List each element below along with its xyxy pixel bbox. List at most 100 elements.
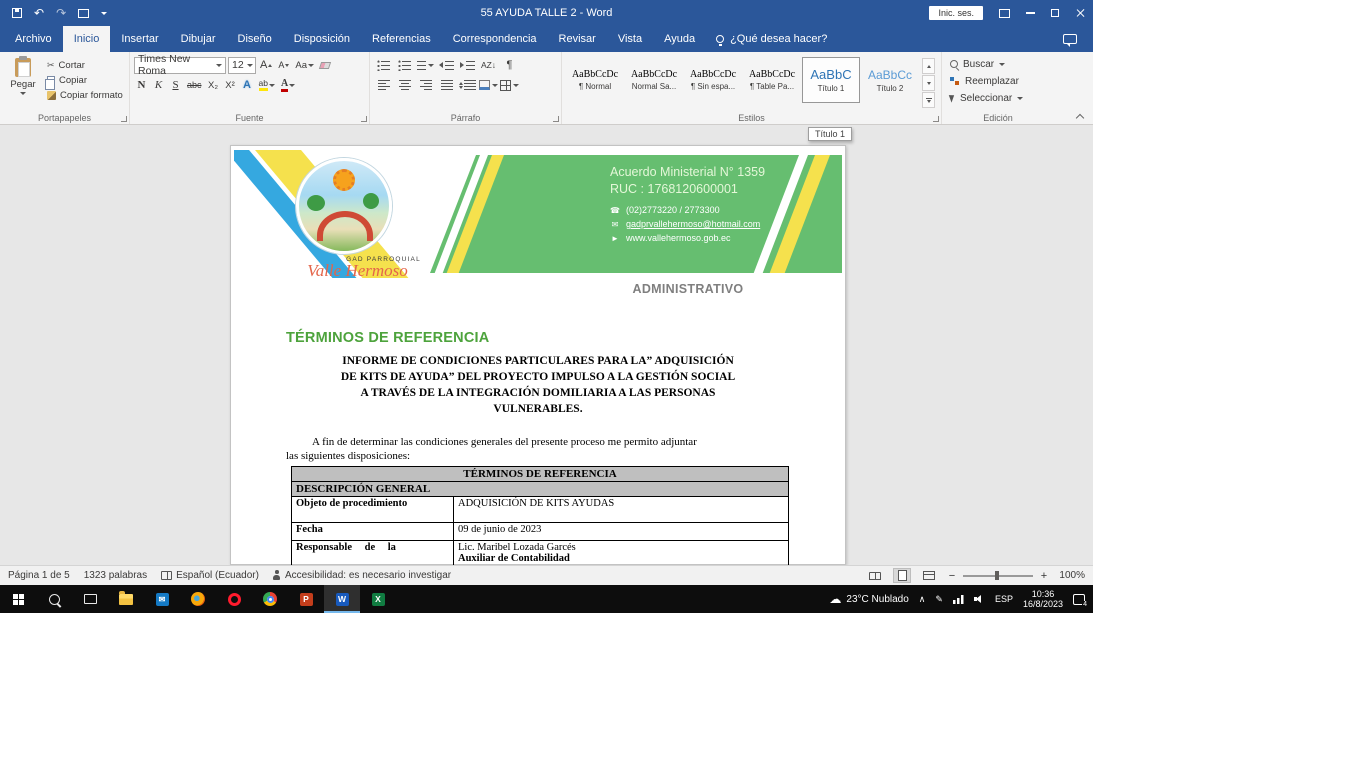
web-layout-button[interactable] <box>920 568 938 583</box>
align-left-button[interactable] <box>374 77 393 94</box>
sort-button[interactable]: AZ↓ <box>479 57 498 74</box>
styles-scroll-up-button[interactable] <box>922 58 935 74</box>
minimize-button[interactable] <box>1026 12 1035 14</box>
zoom-percentage[interactable]: 100% <box>1055 570 1085 581</box>
language-indicator[interactable]: ESP <box>995 595 1013 604</box>
tab-diseno[interactable]: Diseño <box>227 26 283 52</box>
subscript-button[interactable]: X₂ <box>206 77 221 94</box>
justify-button[interactable] <box>437 77 456 94</box>
tab-archivo[interactable]: Archivo <box>4 26 63 52</box>
tab-referencias[interactable]: Referencias <box>361 26 442 52</box>
opera-button[interactable] <box>216 585 252 613</box>
shrink-font-button[interactable]: A <box>276 57 291 74</box>
paste-button[interactable]: Pegar <box>4 55 42 111</box>
style-table-paragraph[interactable]: AaBbCcDc ¶ Table Pa... <box>743 57 801 103</box>
undo-icon[interactable]: ↶ <box>34 7 44 19</box>
file-explorer-button[interactable] <box>108 585 144 613</box>
network-icon[interactable] <box>953 595 964 604</box>
styles-dialog-launcher-icon[interactable] <box>933 116 939 122</box>
zoom-in-button[interactable]: + <box>1039 570 1049 582</box>
line-spacing-button[interactable] <box>458 77 477 94</box>
ribbon-display-options-icon[interactable] <box>999 9 1010 18</box>
paragraph-dialog-launcher-icon[interactable] <box>553 116 559 122</box>
underline-button[interactable]: S <box>168 77 183 94</box>
bullet-list-button[interactable] <box>374 57 393 74</box>
superscript-button[interactable]: X² <box>223 77 238 94</box>
mail-button[interactable]: ✉ <box>144 585 180 613</box>
zoom-out-button[interactable]: − <box>947 570 957 582</box>
word-button[interactable]: W <box>324 585 360 613</box>
tab-ayuda[interactable]: Ayuda <box>653 26 706 52</box>
search-button[interactable] <box>36 585 72 613</box>
customize-qat-icon[interactable] <box>101 12 107 15</box>
print-layout-button[interactable] <box>893 568 911 583</box>
excel-button[interactable]: X <box>360 585 396 613</box>
text-effects-button[interactable]: A <box>240 77 255 94</box>
styles-more-button[interactable] <box>922 92 935 108</box>
style-titulo-2[interactable]: AaBbCc Título 2 <box>861 57 919 103</box>
font-color-button[interactable]: A <box>279 77 297 94</box>
replace-button[interactable]: Reemplazar <box>950 74 1050 88</box>
style-normal[interactable]: AaBbCcDc ¶ Normal <box>566 57 624 103</box>
style-normal-sa[interactable]: AaBbCcDc Normal Sa... <box>625 57 683 103</box>
tab-revisar[interactable]: Revisar <box>548 26 607 52</box>
start-button[interactable] <box>0 585 36 613</box>
change-case-button[interactable]: Aa <box>293 57 316 74</box>
align-center-button[interactable] <box>395 77 414 94</box>
align-right-button[interactable] <box>416 77 435 94</box>
style-sin-espaciado[interactable]: AaBbCcDc ¶ Sin espa... <box>684 57 742 103</box>
font-name-combo[interactable]: Times New Roma <box>134 57 226 74</box>
proofing-status[interactable]: Español (Ecuador) <box>161 570 259 581</box>
bold-button[interactable]: N <box>134 77 149 94</box>
cut-button[interactable]: ✂ Cortar <box>47 60 123 71</box>
tab-insertar[interactable]: Insertar <box>110 26 169 52</box>
touch-mode-icon[interactable] <box>78 9 89 18</box>
zoom-slider[interactable] <box>963 575 1033 577</box>
chrome-button[interactable] <box>252 585 288 613</box>
font-dialog-launcher-icon[interactable] <box>361 116 367 122</box>
styles-scroll-down-button[interactable] <box>922 75 935 91</box>
collapse-ribbon-icon[interactable] <box>1075 113 1085 120</box>
firefox-button[interactable] <box>180 585 216 613</box>
word-count[interactable]: 1323 palabras <box>84 570 147 581</box>
task-view-button[interactable] <box>72 585 108 613</box>
clipboard-dialog-launcher-icon[interactable] <box>121 116 127 122</box>
shading-button[interactable] <box>479 77 498 94</box>
style-titulo-1[interactable]: AaBbC Título 1 <box>802 57 860 103</box>
tab-dibujar[interactable]: Dibujar <box>170 26 227 52</box>
clear-formatting-button[interactable] <box>318 57 333 74</box>
tab-vista[interactable]: Vista <box>607 26 653 52</box>
tab-correspondencia[interactable]: Correspondencia <box>442 26 548 52</box>
sign-in-button[interactable]: Inic. ses. <box>929 6 983 20</box>
close-button[interactable] <box>1075 8 1085 18</box>
powerpoint-button[interactable]: P <box>288 585 324 613</box>
multilevel-list-button[interactable] <box>416 57 435 74</box>
italic-button[interactable]: K <box>151 77 166 94</box>
tab-inicio[interactable]: Inicio <box>63 26 111 52</box>
volume-icon[interactable] <box>974 595 985 604</box>
read-mode-button[interactable] <box>866 568 884 583</box>
accessibility-status[interactable]: Accesibilidad: es necesario investigar <box>273 570 451 581</box>
format-painter-button[interactable]: Copiar formato <box>47 90 123 101</box>
select-button[interactable]: Seleccionar <box>950 91 1050 105</box>
tab-disposicion[interactable]: Disposición <box>283 26 361 52</box>
font-size-combo[interactable]: 12 <box>228 57 256 74</box>
copy-button[interactable]: Copiar <box>47 75 123 86</box>
strikethrough-button[interactable]: abc <box>185 77 204 94</box>
find-button[interactable]: Buscar <box>950 57 1050 71</box>
notification-center-icon[interactable]: 4 <box>1073 594 1085 605</box>
save-icon[interactable] <box>12 8 22 18</box>
grow-font-button[interactable]: A <box>258 57 274 74</box>
pen-icon[interactable]: ✎ <box>935 595 943 604</box>
clock[interactable]: 10:36 16/8/2023 <box>1023 589 1063 610</box>
decrease-indent-button[interactable] <box>437 57 456 74</box>
increase-indent-button[interactable] <box>458 57 477 74</box>
page-indicator[interactable]: Página 1 de 5 <box>8 570 70 581</box>
borders-button[interactable] <box>500 77 519 94</box>
numbered-list-button[interactable] <box>395 57 414 74</box>
comments-icon[interactable] <box>1063 34 1077 44</box>
highlight-button[interactable]: ab <box>257 77 277 94</box>
show-hidden-icons-button[interactable]: ∧ <box>919 595 926 604</box>
zoom-slider-thumb[interactable] <box>995 571 999 580</box>
weather-widget[interactable]: ☁ 23°C Nublado <box>829 593 908 605</box>
